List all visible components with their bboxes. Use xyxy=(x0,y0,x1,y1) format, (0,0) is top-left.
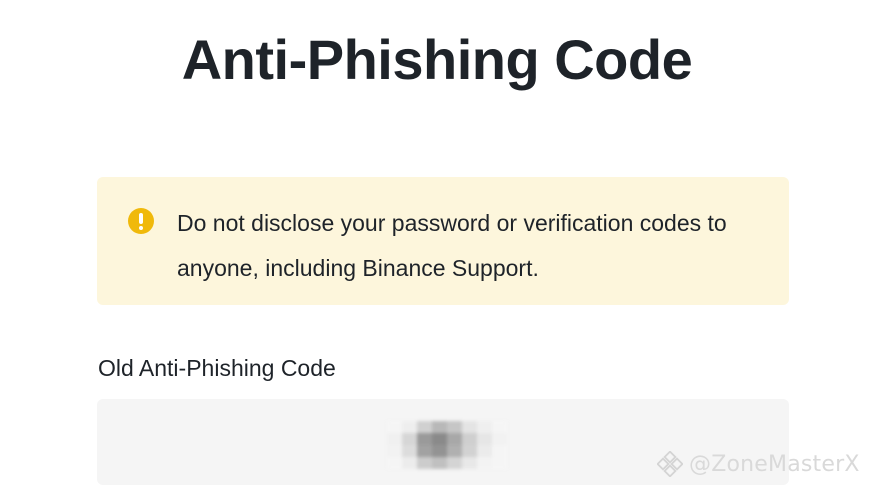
obscured-code-value xyxy=(387,421,507,469)
old-code-label: Old Anti-Phishing Code xyxy=(98,355,336,381)
watermark: @ZoneMasterX xyxy=(657,451,860,477)
warning-banner: Do not disclose your password or verific… xyxy=(97,177,789,305)
page-title: Anti-Phishing Code xyxy=(181,28,693,91)
warning-message: Do not disclose your password or verific… xyxy=(177,210,727,281)
watermark-text: @ZoneMasterX xyxy=(689,451,860,477)
binance-logo xyxy=(657,451,683,477)
exclamation-circle-icon xyxy=(128,208,154,234)
